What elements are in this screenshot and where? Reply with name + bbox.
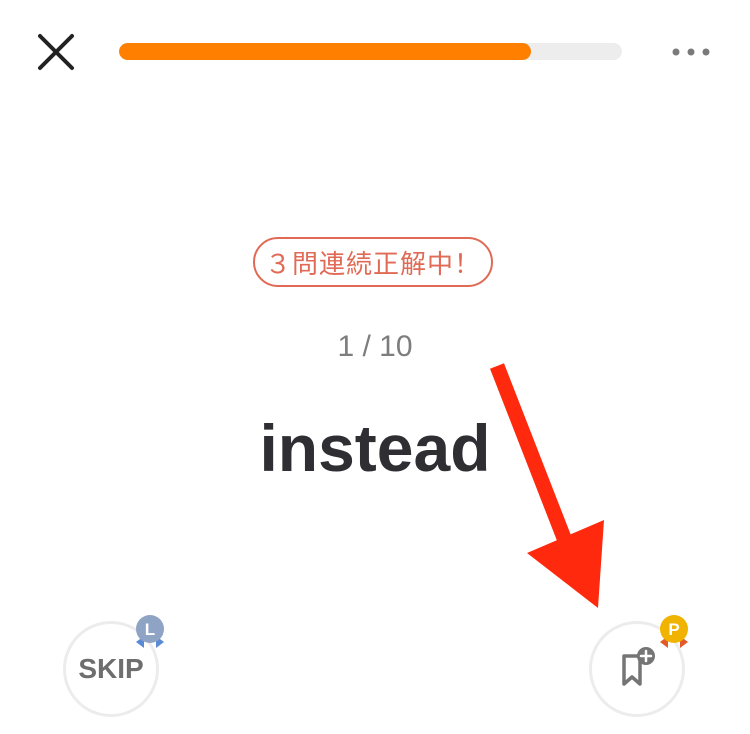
progress-bar: [119, 43, 622, 60]
skip-label: SKIP: [78, 653, 144, 684]
level-badge-icon: L: [136, 615, 164, 648]
more-options-button[interactable]: [668, 34, 714, 70]
question-counter: 1 / 10: [337, 330, 413, 363]
vocabulary-word: instead: [259, 411, 491, 485]
premium-badge-icon: P: [660, 615, 688, 648]
progress-bar-fill: [119, 43, 532, 60]
premium-badge-letter: P: [668, 620, 679, 639]
close-icon: [38, 34, 74, 70]
level-badge-letter: L: [145, 620, 155, 639]
more-horizontal-icon: [672, 48, 710, 56]
streak-badge: ３問連続正解中！: [253, 237, 493, 287]
quiz-screen: ３問連続正解中！ 1 / 10 instead SKIP L P: [0, 0, 750, 734]
bookmark-add-icon: [622, 647, 655, 686]
close-button[interactable]: [32, 28, 80, 76]
